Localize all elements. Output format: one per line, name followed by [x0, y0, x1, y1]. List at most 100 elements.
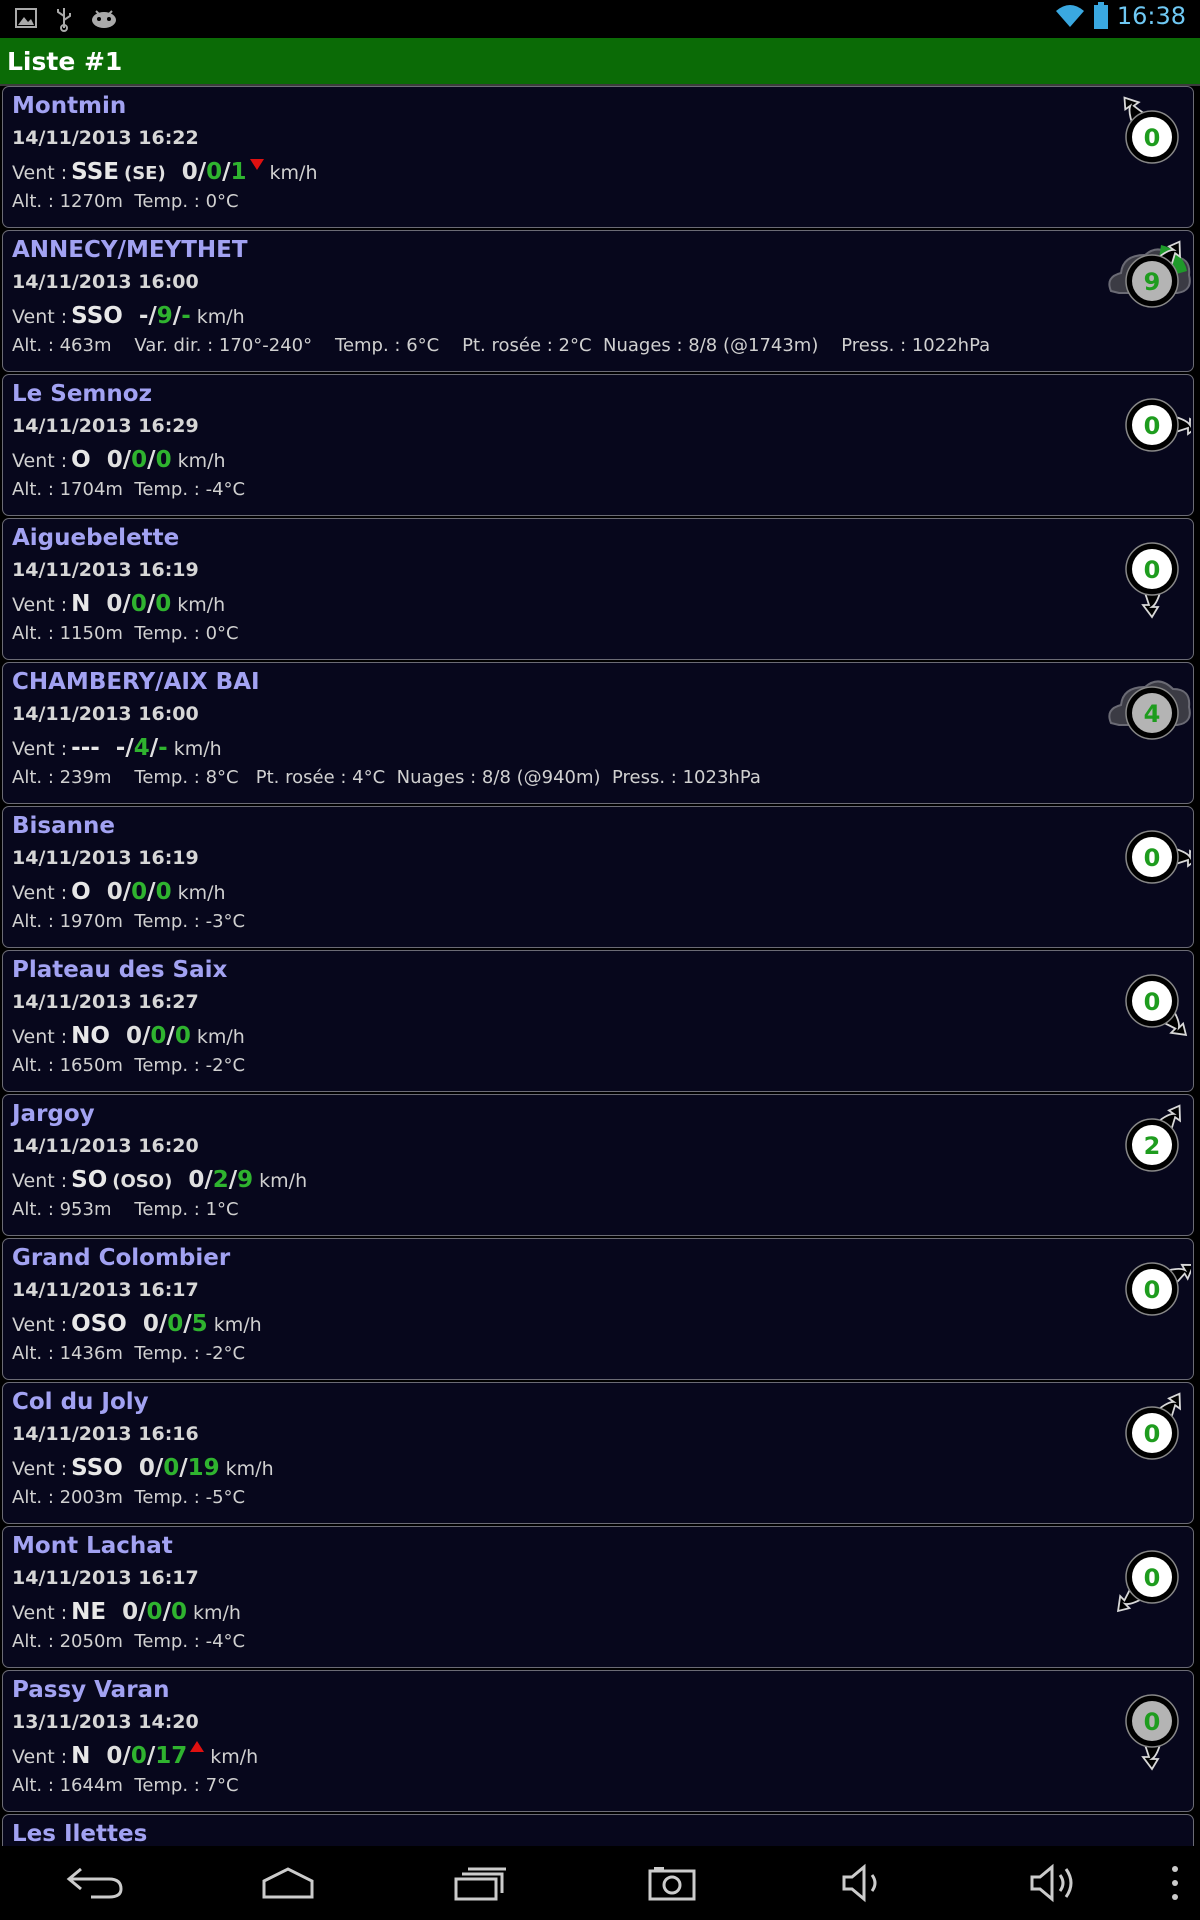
wind-row: Vent : N 0/0/0 km/h [12, 591, 225, 617]
status-bar: 16:38 [0, 0, 1200, 38]
wind-direction-secondary: (SE) [123, 163, 166, 184]
wind-speeds: 0/0/0 [125, 1023, 191, 1049]
station-date: 14/11/2013 16:00 [12, 703, 199, 725]
wind-direction: SSO [71, 303, 123, 329]
wind-direction-icon: 0 [1125, 1392, 1181, 1460]
station-card[interactable]: Aiguebelette 14/11/2013 16:19 Vent : N 0/0/0… [2, 518, 1194, 660]
wind-speed-min: 0 [138, 1455, 155, 1481]
wind-label: Vent : [12, 162, 68, 184]
station-details: Alt. : 1644m Temp. : 7°C [12, 1775, 239, 1796]
station-name: Mont Lachat [12, 1533, 173, 1559]
screenshot-button[interactable] [632, 1856, 712, 1910]
wind-badge-value: 0 [1144, 124, 1161, 152]
station-date: 14/11/2013 16:00 [12, 271, 199, 293]
volume-down-button[interactable] [824, 1856, 904, 1910]
wind-direction-icon: 0 [1123, 96, 1179, 164]
trend-down-icon [249, 159, 264, 170]
wind-speed-avg: 0 [206, 159, 223, 185]
station-name: Montmin [12, 93, 127, 119]
station-card[interactable]: Passy Varan 13/11/2013 14:20 Vent : N 0/0/17… [2, 1670, 1194, 1812]
wind-direction-icon: 0 [1125, 398, 1191, 452]
wind-direction: NE [71, 1599, 107, 1625]
station-name: Bisanne [12, 813, 115, 839]
wind-speed-avg: 0 [131, 879, 148, 905]
wind-speed-max: 0 [155, 447, 172, 473]
station-card[interactable]: Mont Lachat 14/11/2013 16:17 Vent : NE 0/0/0… [2, 1526, 1194, 1668]
wind-unit: km/h [173, 738, 222, 760]
wind-row: Vent : SSO 0/0/19 km/h [12, 1455, 274, 1481]
wind-direction-icon: 0 [1125, 974, 1188, 1037]
wind-label: Vent : [12, 450, 68, 472]
wind-speed-min: 0 [106, 879, 123, 905]
wind-speed-min: 0 [106, 591, 123, 617]
wind-badge-value: 0 [1144, 1276, 1161, 1304]
wind-direction-icon: 0 [1116, 1550, 1179, 1613]
wind-speeds: 0/0/0 [106, 591, 172, 617]
station-card[interactable]: Les Ilettes [2, 1814, 1194, 1846]
station-card[interactable]: ANNECY/MEYTHET 14/11/2013 16:00 Vent : SSO -… [2, 230, 1194, 372]
volume-up-button[interactable] [1016, 1856, 1096, 1910]
station-date: 13/11/2013 14:20 [12, 1711, 199, 1733]
wind-speed-avg: 0 [146, 1599, 163, 1625]
station-name: Jargoy [12, 1101, 95, 1127]
wind-direction: OSO [71, 1311, 127, 1337]
gallery-icon [15, 8, 37, 28]
wind-speed-avg: 9 [156, 303, 173, 329]
wind-direction: N [71, 591, 91, 617]
station-details: Alt. : 1970m Temp. : -3°C [12, 911, 246, 932]
wind-unit: km/h [177, 882, 226, 904]
station-details: Alt. : 2003m Temp. : -5°C [12, 1487, 246, 1508]
recent-apps-button[interactable] [440, 1856, 520, 1910]
station-details: Alt. : 1436m Temp. : -2°C [12, 1343, 246, 1364]
station-list[interactable]: Montmin 14/11/2013 16:22 Vent : SSE (SE) 0/0/… [0, 86, 1200, 1846]
wind-row: Vent : SSE (SE) 0/0/1 km/h [12, 159, 318, 185]
station-card[interactable]: Bisanne 14/11/2013 16:19 Vent : O 0/0/0 km/h A… [2, 806, 1194, 948]
home-button[interactable] [248, 1856, 328, 1910]
wind-label: Vent : [12, 1170, 68, 1192]
wind-speed-max: 0 [155, 879, 172, 905]
wind-badge-value: 0 [1144, 412, 1161, 440]
station-card[interactable]: Plateau des Saix 14/11/2013 16:27 Vent : NO… [2, 950, 1194, 1092]
wind-speed-min: 0 [106, 447, 123, 473]
wind-direction: SSO [71, 1455, 123, 1481]
station-name: Le Semnoz [12, 381, 152, 407]
station-date: 14/11/2013 16:16 [12, 1423, 199, 1445]
station-card[interactable]: Jargoy 14/11/2013 16:20 Vent : SO (OSO) 0/2/9… [2, 1094, 1194, 1236]
wind-speed-max: 0 [155, 591, 172, 617]
station-date: 14/11/2013 16:17 [12, 1279, 199, 1301]
station-card[interactable]: CHAMBERY/AIX BAI 14/11/2013 16:00 Vent : --… [2, 662, 1194, 804]
wind-row: Vent : NE 0/0/0 km/h [12, 1599, 241, 1625]
wind-speed-min: - [138, 303, 149, 329]
wind-row: Vent : OSO 0/0/5 km/h [12, 1311, 262, 1337]
wind-speed-max: - [181, 303, 191, 329]
menu-icon [1172, 1866, 1178, 1900]
wind-label: Vent : [12, 1314, 68, 1336]
wind-row: Vent : --- -/4/- km/h [12, 735, 222, 761]
wind-direction: O [71, 879, 91, 905]
wind-badge-value: 0 [1144, 1564, 1161, 1592]
station-card[interactable]: Le Semnoz 14/11/2013 16:29 Vent : O 0/0/0 km/… [2, 374, 1194, 516]
wind-unit: km/h [196, 306, 245, 328]
wind-row: Vent : O 0/0/0 km/h [12, 879, 226, 905]
station-card[interactable]: Grand Colombier 14/11/2013 16:17 Vent : OSO… [2, 1238, 1194, 1380]
station-details: Alt. : 1704m Temp. : -4°C [12, 479, 246, 500]
station-name: Aiguebelette [12, 525, 180, 551]
wind-speed-avg: 0 [167, 1311, 184, 1337]
station-card[interactable]: Col du Joly 14/11/2013 16:16 Vent : SSO 0/0/… [2, 1382, 1194, 1524]
menu-button[interactable] [1160, 1856, 1190, 1910]
wind-speed-min: 0 [106, 1743, 123, 1769]
wind-speeds: 0/0/0 [106, 879, 172, 905]
wind-speed-min: 0 [122, 1599, 139, 1625]
wind-speeds: -/9/- [138, 303, 191, 329]
wind-label: Vent : [12, 1026, 68, 1048]
wind-speeds: 0/2/9 [188, 1167, 254, 1193]
wind-badge-value: 0 [1144, 556, 1161, 584]
wind-unit: km/h [196, 1026, 245, 1048]
wind-unit: km/h [269, 162, 318, 184]
wind-speed-max: 0 [170, 1599, 187, 1625]
wind-speed-avg: 0 [163, 1455, 180, 1481]
station-details: Alt. : 1150m Temp. : 0°C [12, 623, 239, 644]
station-card[interactable]: Montmin 14/11/2013 16:22 Vent : SSE (SE) 0/0/… [2, 86, 1194, 228]
back-button[interactable] [55, 1856, 135, 1910]
station-date: 14/11/2013 16:19 [12, 559, 199, 581]
